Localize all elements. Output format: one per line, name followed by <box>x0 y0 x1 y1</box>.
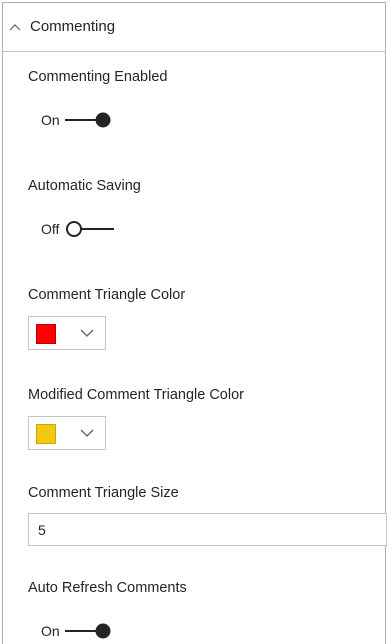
automatic-saving-label: Automatic Saving <box>28 178 141 194</box>
toggle-state-label: On <box>41 112 60 128</box>
section-header-commenting[interactable]: Commenting <box>3 3 385 52</box>
modified-comment-triangle-color-label: Modified Comment Triangle Color <box>28 387 244 403</box>
toggle-off-icon[interactable] <box>63 218 115 240</box>
auto-refresh-comments-label: Auto Refresh Comments <box>28 580 187 596</box>
color-swatch <box>36 424 56 444</box>
format-pane: Commenting Commenting Enabled On Automat… <box>2 2 387 644</box>
comment-triangle-color-label: Comment Triangle Color <box>28 287 186 303</box>
chevron-down-icon <box>80 329 94 337</box>
section-title: Commenting <box>30 18 116 35</box>
color-swatch <box>36 324 56 344</box>
toggle-state-label: On <box>41 623 60 639</box>
toggle-on-icon[interactable] <box>64 109 114 131</box>
modified-comment-triangle-color-picker[interactable] <box>28 416 106 450</box>
chevron-up-icon[interactable] <box>9 23 21 31</box>
toggle-state-label: Off <box>41 221 60 237</box>
comment-triangle-size-label: Comment Triangle Size <box>28 485 179 501</box>
auto-refresh-comments-toggle[interactable]: On <box>41 620 114 642</box>
commenting-enabled-toggle[interactable]: On <box>41 109 114 131</box>
comment-triangle-size-input[interactable] <box>28 513 387 546</box>
automatic-saving-toggle[interactable]: Off <box>41 218 115 240</box>
commenting-enabled-label: Commenting Enabled <box>28 69 168 85</box>
toggle-on-icon[interactable] <box>64 620 114 642</box>
chevron-down-icon <box>80 429 94 437</box>
comment-triangle-color-picker[interactable] <box>28 316 106 350</box>
